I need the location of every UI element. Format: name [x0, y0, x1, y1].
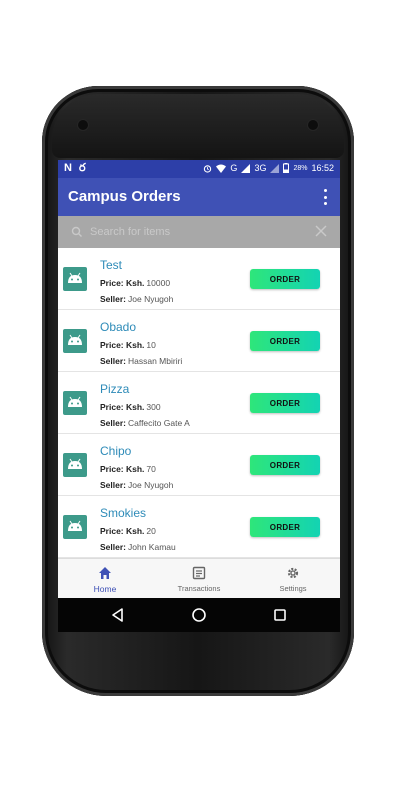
item-seller: Seller: Joe Nyugoh	[100, 480, 173, 490]
gear-icon	[287, 567, 299, 579]
status-bar: N ర G 3G 28% 16:52	[58, 160, 340, 178]
item-thumbnail	[63, 391, 87, 415]
item-seller: Seller: Joe Nyugoh	[100, 294, 173, 304]
item-thumbnail	[63, 329, 87, 353]
price-label: Price: Ksh.	[100, 278, 145, 288]
list-item[interactable]: Chipo Price: Ksh. 70 Seller: Joe Nyugoh OR…	[58, 434, 340, 496]
phone-top-bezel	[52, 94, 344, 158]
menu-dot-icon	[323, 202, 327, 205]
app-title: Campus Orders	[68, 188, 181, 205]
seller-label: Seller:	[100, 294, 126, 304]
recents-icon[interactable]	[271, 606, 289, 624]
item-thumbnail	[63, 515, 87, 539]
item-name: Chipo	[100, 444, 132, 458]
network-g-label: G	[230, 163, 238, 173]
bottom-navigation: Home Transactions Settings	[58, 558, 340, 598]
android-icon	[68, 396, 82, 407]
search-bar	[58, 216, 340, 248]
order-button[interactable]: ORDER	[250, 331, 320, 351]
seller-label: Seller:	[100, 480, 126, 490]
nav-label-home: Home	[93, 584, 117, 594]
overflow-menu-button[interactable]	[318, 187, 332, 207]
price-value: 10	[146, 340, 156, 350]
item-price: Price: Ksh. 10000	[100, 278, 170, 288]
list-item[interactable]: Test Price: Ksh. 10000 Seller: Joe Nyugoh …	[58, 248, 340, 310]
nav-label-transactions: Transactions	[177, 584, 221, 593]
phone-screen: N ర G 3G 28% 16:52 Campus Orders Search …	[58, 160, 340, 632]
wifi-icon	[216, 164, 227, 173]
seller-value: John Kamau	[128, 542, 176, 552]
notification-icons: N ర	[64, 162, 88, 174]
front-sensor-left	[78, 120, 88, 130]
price-value: 70	[146, 464, 156, 474]
item-name: Pizza	[100, 382, 130, 396]
menu-dot-icon	[323, 189, 327, 192]
list-item[interactable]: Pizza Price: Ksh. 300 Seller: Caffecito Ga…	[58, 372, 340, 434]
network-type-label: 3G	[254, 163, 267, 173]
item-thumbnail	[63, 453, 87, 477]
item-seller: Seller: John Kamau	[100, 542, 176, 552]
back-icon[interactable]	[109, 606, 127, 624]
item-name: Test	[100, 258, 123, 272]
seller-value: Hassan Mbiriri	[128, 356, 183, 366]
price-label: Price: Ksh.	[100, 402, 145, 412]
seller-value: Caffecito Gate A	[128, 418, 190, 428]
item-price: Price: Ksh. 70	[100, 464, 156, 474]
signal-icon-2	[270, 163, 280, 173]
item-price: Price: Ksh. 20	[100, 526, 156, 536]
list-item[interactable]: Obado Price: Ksh. 10 Seller: Hassan Mbirir…	[58, 310, 340, 372]
items-list: Test Price: Ksh. 10000 Seller: Joe Nyugoh …	[58, 248, 340, 558]
seller-label: Seller:	[100, 418, 126, 428]
nav-item-settings[interactable]: Settings	[246, 559, 340, 599]
signal-icon	[241, 163, 251, 173]
system-navigation-bar	[58, 598, 340, 632]
order-button[interactable]: ORDER	[250, 269, 320, 289]
seller-value: Joe Nyugoh	[128, 480, 174, 490]
battery-icon	[283, 163, 290, 173]
price-label: Price: Ksh.	[100, 526, 145, 536]
item-seller: Seller: Caffecito Gate A	[100, 418, 190, 428]
price-value: 300	[146, 402, 161, 412]
list-item[interactable]: Smokies Price: Ksh. 20 Seller: John Kamau …	[58, 496, 340, 558]
front-camera	[308, 120, 318, 130]
status-icons: G 3G 28% 16:52	[203, 163, 334, 173]
seller-label: Seller:	[100, 356, 126, 366]
home-icon	[99, 567, 111, 579]
battery-percent: 28%	[293, 164, 308, 172]
price-label: Price: Ksh.	[100, 340, 145, 350]
home-circle-icon[interactable]	[190, 606, 208, 624]
android-icon	[68, 458, 82, 469]
item-price: Price: Ksh. 10	[100, 340, 156, 350]
android-icon	[68, 520, 82, 531]
search-icon	[71, 226, 82, 237]
nav-label-settings: Settings	[279, 584, 307, 593]
nav-item-home[interactable]: Home	[58, 559, 152, 599]
item-seller: Seller: Hassan Mbiriri	[100, 356, 182, 366]
android-icon	[68, 334, 82, 345]
item-name: Obado	[100, 320, 137, 334]
clock: 16:52	[311, 163, 334, 173]
price-value: 10000	[146, 278, 171, 288]
price-label: Price: Ksh.	[100, 464, 145, 474]
clear-search-icon[interactable]	[314, 224, 328, 238]
item-price: Price: Ksh. 300	[100, 402, 161, 412]
seller-value: Joe Nyugoh	[128, 294, 174, 304]
seller-label: Seller:	[100, 542, 126, 552]
price-value: 20	[146, 526, 156, 536]
list-icon	[192, 566, 206, 580]
order-button[interactable]: ORDER	[250, 517, 320, 537]
order-button[interactable]: ORDER	[250, 393, 320, 413]
search-input[interactable]	[90, 222, 300, 242]
item-name: Smokies	[100, 506, 147, 520]
order-button[interactable]: ORDER	[250, 455, 320, 475]
alarm-icon	[204, 164, 212, 173]
item-thumbnail	[63, 267, 87, 291]
app-bar: Campus Orders	[58, 178, 340, 216]
nav-item-transactions[interactable]: Transactions	[152, 559, 246, 599]
android-icon	[68, 272, 82, 283]
menu-dot-icon	[323, 195, 327, 199]
